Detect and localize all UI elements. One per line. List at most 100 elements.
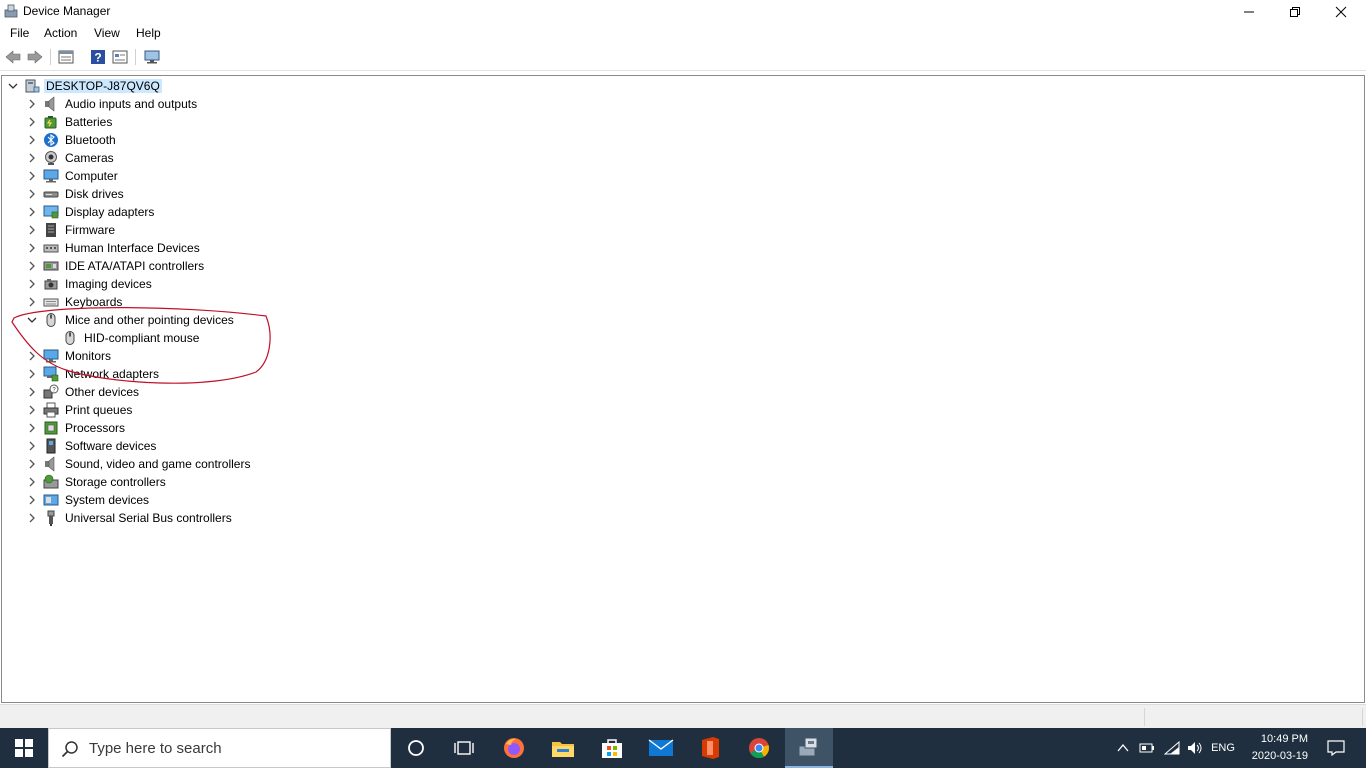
chevron-right-icon[interactable] bbox=[25, 509, 39, 527]
tree-device[interactable]: HID-compliant mouse bbox=[58, 329, 201, 347]
tree-category[interactable]: Bluetooth bbox=[25, 131, 118, 149]
chevron-right-icon[interactable] bbox=[25, 221, 39, 239]
tree-category[interactable]: Display adapters bbox=[25, 203, 156, 221]
tree-category[interactable]: Processors bbox=[25, 419, 127, 437]
chevron-right-icon[interactable] bbox=[25, 293, 39, 311]
tree-category[interactable]: Software devices bbox=[25, 437, 158, 455]
tree-category-label: IDE ATA/ATAPI controllers bbox=[65, 259, 205, 273]
chevron-down-icon[interactable] bbox=[25, 311, 39, 329]
chevron-right-icon[interactable] bbox=[25, 473, 39, 491]
chevron-right-icon[interactable] bbox=[25, 149, 39, 167]
show-hidden-icons-button[interactable] bbox=[1112, 728, 1134, 768]
device-manager-taskbar-button[interactable] bbox=[785, 728, 833, 768]
mail-icon bbox=[648, 739, 674, 756]
chevron-right-icon[interactable] bbox=[25, 419, 39, 437]
search-placeholder: Type here to search bbox=[89, 740, 222, 757]
close-button[interactable] bbox=[1318, 0, 1364, 23]
clock[interactable]: 10:49 PM 2020-03-19 bbox=[1244, 732, 1312, 766]
tree-category-label: Mice and other pointing devices bbox=[65, 313, 234, 327]
tree-category[interactable]: Mice and other pointing devices bbox=[25, 311, 236, 329]
view-button[interactable] bbox=[110, 48, 130, 66]
store-button[interactable] bbox=[588, 728, 636, 768]
tree-category[interactable]: Sound, video and game controllers bbox=[25, 455, 252, 473]
firefox-button[interactable] bbox=[490, 728, 538, 768]
help-button[interactable]: ? bbox=[88, 48, 108, 66]
tree-category[interactable]: Keyboards bbox=[25, 293, 124, 311]
tree-category-label: Display adapters bbox=[65, 205, 155, 219]
tree-device-label: HID-compliant mouse bbox=[84, 331, 200, 345]
chevron-right-icon[interactable] bbox=[25, 203, 39, 221]
file-explorer-button[interactable] bbox=[539, 728, 587, 768]
tree-root[interactable]: DESKTOP-J87QV6Q bbox=[6, 77, 162, 95]
scan-hardware-button[interactable] bbox=[142, 48, 162, 66]
chrome-button[interactable] bbox=[735, 728, 783, 768]
chevron-right-icon[interactable] bbox=[25, 401, 39, 419]
tree-category[interactable]: Storage controllers bbox=[25, 473, 168, 491]
chevron-right-icon[interactable] bbox=[25, 185, 39, 203]
other-devices-icon: ? bbox=[43, 384, 59, 400]
tree-category[interactable]: Human Interface Devices bbox=[25, 239, 202, 257]
chevron-right-icon[interactable] bbox=[25, 455, 39, 473]
tree-category[interactable]: Audio inputs and outputs bbox=[25, 95, 199, 113]
tree-category[interactable]: ? Other devices bbox=[25, 383, 141, 401]
tree-category-label: Audio inputs and outputs bbox=[65, 97, 198, 111]
chevron-right-icon[interactable] bbox=[25, 347, 39, 365]
chevron-right-icon[interactable] bbox=[25, 257, 39, 275]
language-indicator[interactable]: ENG bbox=[1208, 728, 1238, 768]
restore-button[interactable] bbox=[1272, 0, 1318, 23]
chevron-up-icon bbox=[1117, 743, 1129, 752]
tree-category[interactable]: Monitors bbox=[25, 347, 113, 365]
volume-tray-button[interactable] bbox=[1184, 728, 1206, 768]
tree-category[interactable]: Print queues bbox=[25, 401, 134, 419]
chevron-right-icon[interactable] bbox=[25, 437, 39, 455]
tree-category[interactable]: Imaging devices bbox=[25, 275, 154, 293]
battery-tray-button[interactable] bbox=[1136, 728, 1158, 768]
taskbar-search-box[interactable]: Type here to search bbox=[48, 728, 391, 768]
chevron-down-icon[interactable] bbox=[6, 77, 20, 95]
menu-action[interactable]: Action bbox=[44, 26, 77, 40]
tree-category[interactable]: Batteries bbox=[25, 113, 114, 131]
firmware-icon bbox=[43, 222, 59, 238]
chevron-right-icon[interactable] bbox=[25, 491, 39, 509]
start-button[interactable] bbox=[0, 728, 48, 768]
restore-icon bbox=[1290, 6, 1300, 17]
tree-category[interactable]: System devices bbox=[25, 491, 151, 509]
tree-category[interactable]: IDE ATA/ATAPI controllers bbox=[25, 257, 206, 275]
tree-category-label: Network adapters bbox=[65, 367, 160, 381]
chevron-right-icon[interactable] bbox=[25, 113, 39, 131]
tree-category[interactable]: Network adapters bbox=[25, 365, 161, 383]
network-adapter-icon bbox=[43, 366, 59, 382]
action-center-button[interactable] bbox=[1316, 728, 1356, 768]
device-tree[interactable]: DESKTOP-J87QV6Q Audio inputs and outputs… bbox=[1, 75, 1365, 703]
mail-button[interactable] bbox=[637, 728, 685, 768]
task-view-button[interactable] bbox=[440, 728, 488, 768]
cortana-button[interactable] bbox=[392, 728, 440, 768]
chevron-right-icon[interactable] bbox=[25, 383, 39, 401]
wifi-icon bbox=[1164, 741, 1180, 755]
office-icon bbox=[702, 737, 719, 759]
chevron-right-icon[interactable] bbox=[25, 167, 39, 185]
device-manager-app-icon bbox=[4, 4, 18, 18]
menu-view[interactable]: View bbox=[94, 26, 120, 40]
menu-help[interactable]: Help bbox=[136, 26, 161, 40]
chevron-right-icon[interactable] bbox=[25, 275, 39, 293]
chevron-right-icon[interactable] bbox=[25, 365, 39, 383]
tree-category[interactable]: Universal Serial Bus controllers bbox=[25, 509, 234, 527]
back-arrow-icon bbox=[5, 50, 21, 64]
office-button[interactable] bbox=[686, 728, 734, 768]
tree-category[interactable]: Disk drives bbox=[25, 185, 126, 203]
forward-button[interactable] bbox=[25, 48, 45, 66]
tree-category[interactable]: Computer bbox=[25, 167, 120, 185]
properties-button[interactable] bbox=[56, 48, 76, 66]
chevron-right-icon[interactable] bbox=[25, 239, 39, 257]
minimize-button[interactable] bbox=[1226, 0, 1272, 23]
network-tray-button[interactable] bbox=[1160, 728, 1184, 768]
chevron-right-icon[interactable] bbox=[25, 95, 39, 113]
back-button[interactable] bbox=[3, 48, 23, 66]
tree-category-label: Other devices bbox=[65, 385, 140, 399]
view-icon bbox=[112, 50, 128, 64]
menu-file[interactable]: File bbox=[10, 26, 29, 40]
tree-category[interactable]: Firmware bbox=[25, 221, 117, 239]
tree-category[interactable]: Cameras bbox=[25, 149, 116, 167]
chevron-right-icon[interactable] bbox=[25, 131, 39, 149]
